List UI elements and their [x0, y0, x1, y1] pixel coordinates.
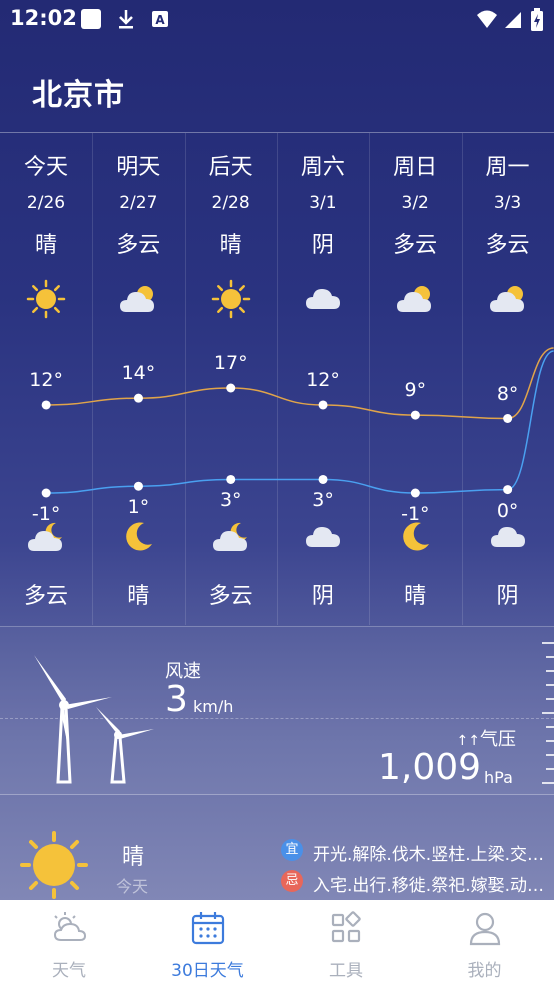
- yi-badge: 宜: [281, 839, 303, 861]
- pressure-label-text: 气压: [480, 729, 516, 750]
- nav-label: 天气: [52, 961, 86, 981]
- high-temp-label: 14°: [121, 362, 156, 385]
- pressure-value: 1,009: [378, 747, 482, 788]
- notification-square-icon: [81, 9, 101, 29]
- temperature-point: [133, 481, 143, 491]
- high-temp-label: 17°: [213, 352, 248, 374]
- pressure-unit: hPa: [484, 768, 513, 787]
- keyboard-a-icon: A: [152, 11, 168, 27]
- today-sub: 今天: [116, 877, 149, 896]
- high-temp-label: 12°: [29, 368, 63, 391]
- low-temp-label: 0°: [496, 499, 519, 522]
- status-time: 12:02: [10, 6, 77, 30]
- temperature-point: [503, 414, 513, 423]
- svg-text:A: A: [155, 13, 165, 27]
- calendar-icon: [191, 912, 224, 945]
- pressure-scale: [542, 642, 554, 784]
- temperature-point: [133, 393, 143, 403]
- temperature-chart: [41, 347, 554, 498]
- high-temp-label: 9°: [404, 379, 427, 402]
- temperature-point: [226, 383, 236, 393]
- wind-value: 3: [165, 679, 188, 720]
- yi-text[interactable]: 开光.解除.伐木.竖柱.上梁.交…: [313, 840, 544, 865]
- nav-item-3[interactable]: 我的: [416, 900, 554, 984]
- nav-item-1[interactable]: 30日天气: [139, 900, 277, 984]
- low-temp-label: 3°: [219, 489, 242, 512]
- low-temp-label: -1°: [401, 503, 430, 525]
- bottom-nav: 天气 30日天气 工具 我的: [0, 900, 554, 984]
- nav-label: 我的: [467, 961, 502, 981]
- nav-item-0[interactable]: 天气: [0, 900, 138, 984]
- download-icon: [119, 10, 133, 29]
- low-temp-label: 3°: [312, 489, 334, 512]
- low-temp-label: 1°: [127, 496, 150, 519]
- temperature-point: [41, 488, 51, 498]
- tools-grid-icon: [331, 911, 361, 943]
- dashed-divider: [0, 718, 554, 719]
- high-temp-label: 8°: [496, 382, 519, 405]
- temperature-point: [226, 474, 236, 484]
- temperature-point: [503, 485, 513, 495]
- temperature-point: [318, 400, 328, 410]
- ji-text[interactable]: 入宅.出行.移徙.祭祀.嫁娶.动…: [313, 871, 544, 896]
- today-condition: 晴: [122, 845, 145, 870]
- wind-unit: km/h: [193, 697, 234, 716]
- weather-icon: [53, 912, 87, 941]
- high-temp-label: 12°: [306, 368, 340, 391]
- battery-charging-icon: [531, 8, 543, 31]
- temperature-point: [410, 410, 420, 420]
- nav-label: 工具: [329, 961, 363, 981]
- status-bar: 12:02 A: [0, 0, 554, 36]
- nav-label: 30日天气: [171, 961, 244, 981]
- wind-turbine-icon: [34, 655, 154, 784]
- wifi-icon: [477, 10, 497, 28]
- wind-pressure-panel: 风速 3 km/h ↑↑气压 1,009 hPa: [0, 626, 554, 795]
- signal-icon: [505, 12, 521, 28]
- temperature-point: [318, 474, 328, 484]
- sun-icon: [20, 831, 88, 899]
- profile-icon: [469, 912, 500, 946]
- city-title[interactable]: 北京市: [32, 70, 125, 114]
- temperature-point: [41, 400, 51, 410]
- nav-item-2[interactable]: 工具: [277, 900, 415, 984]
- temperature-point: [410, 488, 420, 498]
- today-panel: 晴 今天 宜 开光.解除.伐木.竖柱.上梁.交… 忌 入宅.出行.移徙.祭祀.嫁…: [0, 794, 554, 901]
- low-temp-label: -1°: [31, 503, 61, 525]
- ji-badge: 忌: [281, 870, 303, 892]
